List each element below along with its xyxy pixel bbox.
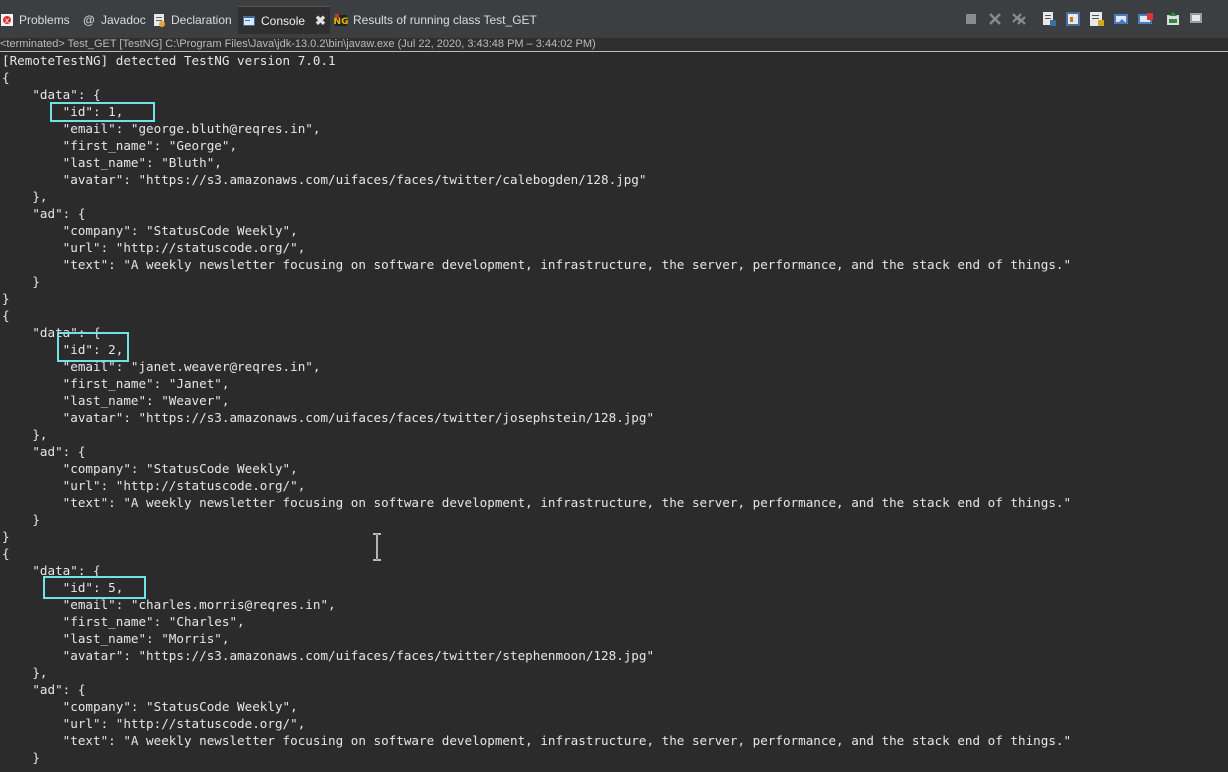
console-line: [RemoteTestNG] detected TestNG version 7… [2, 53, 336, 68]
tab-declaration[interactable]: Declaration [152, 8, 232, 31]
tab-problems[interactable]: x Problems [0, 8, 70, 31]
tab-label: Declaration [171, 12, 232, 27]
console-line: "avatar": "https://s3.amazonaws.com/uifa… [2, 648, 655, 663]
display-selected-console-icon[interactable] [1189, 11, 1205, 27]
console-line: "company": "StatusCode Weekly", [2, 461, 298, 476]
console-line: { [2, 308, 10, 323]
console-icon [242, 14, 256, 28]
console-line: "ad": { [2, 682, 86, 697]
console-line: { [2, 70, 10, 85]
console-line: { [2, 546, 10, 561]
console-line: } [2, 750, 40, 765]
view-tab-bar: x Problems @ Javadoc Declaration Console… [0, 0, 1228, 38]
console-description: <terminated> Test_GET [TestNG] C:\Progra… [0, 38, 596, 50]
console-line: "company": "StatusCode Weekly", [2, 223, 298, 238]
console-output[interactable]: [RemoteTestNG] detected TestNG version 7… [0, 52, 1228, 772]
tab-testng-results[interactable]: NG Results of running class Test_GET [334, 8, 537, 31]
console-line: "ad": { [2, 444, 86, 459]
console-line: "last_name": "Morris", [2, 631, 230, 646]
console-line: "data": { [2, 87, 101, 102]
console-line: "url": "http://statuscode.org/", [2, 716, 306, 731]
open-console-icon[interactable] [1165, 11, 1181, 27]
id-highlight-box [57, 332, 129, 362]
tab-label: Console [261, 13, 306, 28]
word-wrap-icon[interactable] [1137, 11, 1153, 27]
console-line: } [2, 291, 10, 306]
svg-text:x: x [5, 16, 10, 25]
tab-console[interactable]: Console ✖ [238, 6, 330, 34]
console-line: "last_name": "Weaver", [2, 393, 230, 408]
tab-label: Problems [19, 12, 70, 27]
remove-launch-icon[interactable] [987, 11, 1003, 27]
show-console-output-icon[interactable] [1065, 11, 1081, 27]
console-line: "avatar": "https://s3.amazonaws.com/uifa… [2, 172, 647, 187]
tab-label: Javadoc [101, 12, 146, 27]
terminate-icon[interactable] [963, 11, 979, 27]
console-line: "text": "A weekly newsletter focusing on… [2, 257, 1072, 272]
console-line: "first_name": "Janet", [2, 376, 230, 391]
problems-icon: x [0, 13, 14, 27]
console-line: "text": "A weekly newsletter focusing on… [2, 733, 1072, 748]
svg-text:NG: NG [334, 17, 348, 27]
id-highlight-box [43, 576, 146, 599]
console-line: "first_name": "George", [2, 138, 238, 153]
testng-results-icon: NG [334, 13, 348, 27]
console-line: }, [2, 189, 48, 204]
close-icon[interactable]: ✖ [315, 13, 326, 29]
console-line: "email": "george.bluth@reqres.in", [2, 121, 321, 136]
tab-label: Results of running class Test_GET [353, 12, 537, 27]
console-line: }, [2, 665, 48, 680]
console-line: }, [2, 427, 48, 442]
console-line: "text": "A weekly newsletter focusing on… [2, 495, 1072, 510]
console-toolbar [963, 9, 1213, 29]
console-line: "first_name": "Charles", [2, 614, 245, 629]
declaration-icon [152, 13, 166, 27]
console-line: "last_name": "Bluth", [2, 155, 222, 170]
scroll-lock-icon[interactable] [1041, 11, 1057, 27]
id-highlight-box [50, 102, 155, 122]
console-line: "url": "http://statuscode.org/", [2, 240, 306, 255]
javadoc-icon: @ [83, 12, 95, 27]
text-cursor-icon [371, 533, 383, 565]
pin-console-icon[interactable] [1113, 11, 1129, 27]
remove-all-terminated-icon[interactable] [1011, 11, 1027, 27]
console-line: } [2, 274, 40, 289]
console-line: "ad": { [2, 206, 86, 221]
console-line: "url": "http://statuscode.org/", [2, 478, 306, 493]
console-line: } [2, 512, 40, 527]
console-line: "company": "StatusCode Weekly", [2, 699, 298, 714]
console-line: "email": "janet.weaver@reqres.in", [2, 359, 321, 374]
tab-javadoc[interactable]: @ Javadoc [82, 8, 146, 31]
console-line: } [2, 529, 10, 544]
show-console-error-icon[interactable] [1089, 11, 1105, 27]
console-line: "avatar": "https://s3.amazonaws.com/uifa… [2, 410, 655, 425]
